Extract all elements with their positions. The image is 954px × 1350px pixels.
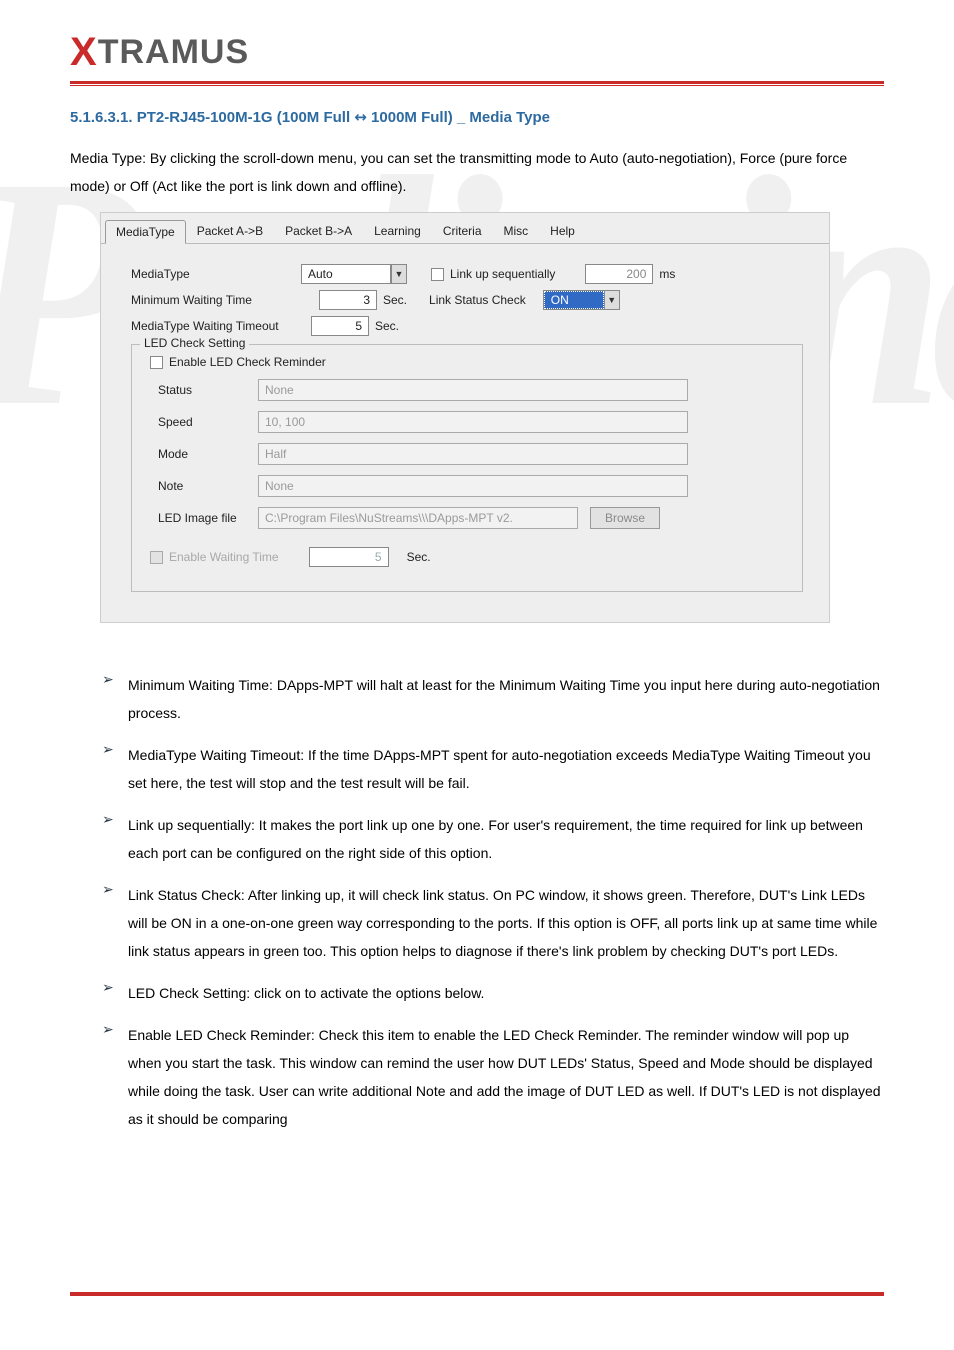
list-item: ➢MediaType Waiting Timeout: If the time … xyxy=(102,741,884,797)
heading-prefix: 5.1.6.3.1. PT2-RJ45-100M-1G (100M Full xyxy=(70,109,350,126)
settings-panel: MediaType Packet A->B Packet B->A Learni… xyxy=(100,212,830,623)
footer-rule xyxy=(70,1292,884,1296)
bullet-text: LED Check Setting: click on to activate … xyxy=(128,979,884,1007)
enable-led-check-label: Enable LED Check Reminder xyxy=(169,355,326,369)
section-heading: 5.1.6.3.1. PT2-RJ45-100M-1G (100M Full ↔… xyxy=(70,108,884,126)
ledimg-label: LED Image file xyxy=(158,511,258,525)
speed-input[interactable]: 10, 100 xyxy=(258,411,688,433)
browse-button[interactable]: Browse xyxy=(590,507,660,529)
brand-logo: XTRAMUS xyxy=(70,30,884,75)
bullet-text: Enable LED Check Reminder: Check this it… xyxy=(128,1021,884,1133)
panel-body: MediaType Auto ▼ Link up sequentially 20… xyxy=(101,244,829,622)
enable-waiting-time-label: Enable Waiting Time xyxy=(169,550,279,564)
chevron-down-icon[interactable]: ▼ xyxy=(604,290,620,310)
tab-bar: MediaType Packet A->B Packet B->A Learni… xyxy=(101,213,829,244)
status-input[interactable]: None xyxy=(258,379,688,401)
logo-x: X xyxy=(70,30,98,74)
bullet-list: ➢Minimum Waiting Time: DApps-MPT will ha… xyxy=(102,671,884,1133)
bullet-icon: ➢ xyxy=(102,741,128,797)
mwt-input[interactable]: 5 xyxy=(311,316,369,336)
heading-arrow: ↔ xyxy=(354,108,367,126)
ewt-unit: Sec. xyxy=(407,550,431,564)
bullet-icon: ➢ xyxy=(102,979,128,1007)
list-item: ➢Link up sequentially: It makes the port… xyxy=(102,811,884,867)
linkup-ms-input[interactable]: 200 xyxy=(585,264,653,284)
mediatype-select[interactable]: Auto ▼ xyxy=(301,264,407,284)
minwait-unit: Sec. xyxy=(383,293,407,307)
list-item: ➢Minimum Waiting Time: DApps-MPT will ha… xyxy=(102,671,884,727)
header-rule-thick xyxy=(70,81,884,84)
linkstatus-label: Link Status Check xyxy=(429,293,526,307)
mode-input[interactable]: Half xyxy=(258,443,688,465)
bullet-icon: ➢ xyxy=(102,1021,128,1133)
list-item: ➢Link Status Check: After linking up, it… xyxy=(102,881,884,965)
bullet-text: MediaType Waiting Timeout: If the time D… xyxy=(128,741,884,797)
status-label: Status xyxy=(158,383,258,397)
heading-suffix: 1000M Full) _ Media Type xyxy=(371,109,550,126)
linkstatus-select[interactable]: ON ▼ xyxy=(544,290,620,310)
tab-mediatype[interactable]: MediaType xyxy=(105,220,186,244)
mwt-label: MediaType Waiting Timeout xyxy=(131,319,311,333)
list-item: ➢Enable LED Check Reminder: Check this i… xyxy=(102,1021,884,1133)
linkup-sequentially-label: Link up sequentially xyxy=(450,267,555,281)
ledimg-input[interactable]: C:\Program Files\NuStreams\\\DApps-MPT v… xyxy=(258,507,578,529)
enable-led-check-checkbox[interactable] xyxy=(150,356,163,369)
minwait-input[interactable]: 3 xyxy=(319,290,377,310)
led-check-fieldset: LED Check Setting Enable LED Check Remin… xyxy=(131,344,803,592)
enable-waiting-time-input[interactable]: 5 xyxy=(309,547,389,567)
tab-help[interactable]: Help xyxy=(539,219,586,243)
chevron-down-icon[interactable]: ▼ xyxy=(391,264,407,284)
list-item: ➢LED Check Setting: click on to activate… xyxy=(102,979,884,1007)
bullet-text: Link Status Check: After linking up, it … xyxy=(128,881,884,965)
enable-waiting-time-checkbox[interactable] xyxy=(150,551,163,564)
header-rule-thin xyxy=(70,85,884,86)
minwait-label: Minimum Waiting Time xyxy=(131,293,301,307)
tab-packet-ab[interactable]: Packet A->B xyxy=(186,219,274,243)
intro-paragraph: Media Type: By clicking the scroll-down … xyxy=(70,144,884,200)
linkup-sequentially-checkbox[interactable] xyxy=(431,268,444,281)
note-label: Note xyxy=(158,479,258,493)
logo-text: TRAMUS xyxy=(98,33,249,71)
mwt-unit: Sec. xyxy=(375,319,399,333)
mediatype-value: Auto xyxy=(301,264,391,284)
bullet-icon: ➢ xyxy=(102,811,128,867)
speed-label: Speed xyxy=(158,415,258,429)
bullet-text: Minimum Waiting Time: DApps-MPT will hal… xyxy=(128,671,884,727)
led-check-legend: LED Check Setting xyxy=(140,336,249,350)
mediatype-label: MediaType xyxy=(131,267,301,281)
note-input[interactable]: None xyxy=(258,475,688,497)
mode-label: Mode xyxy=(158,447,258,461)
bullet-icon: ➢ xyxy=(102,881,128,965)
tab-learning[interactable]: Learning xyxy=(363,219,432,243)
tab-criteria[interactable]: Criteria xyxy=(432,219,493,243)
bullet-icon: ➢ xyxy=(102,671,128,727)
linkstatus-value: ON xyxy=(544,291,604,309)
tab-misc[interactable]: Misc xyxy=(493,219,540,243)
bullet-text: Link up sequentially: It makes the port … xyxy=(128,811,884,867)
ms-unit: ms xyxy=(659,267,675,281)
tab-packet-ba[interactable]: Packet B->A xyxy=(274,219,363,243)
